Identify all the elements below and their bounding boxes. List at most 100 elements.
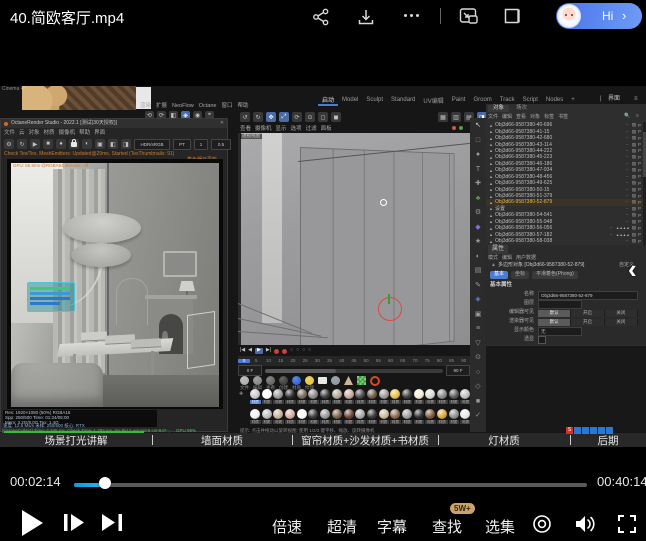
polygon-icon: ▲ xyxy=(489,213,493,218)
polygon-icon: ▲ xyxy=(489,200,493,205)
octane-menu-item: 摄像机 xyxy=(59,130,76,137)
texture-tag-icon: ▨ xyxy=(632,142,636,148)
octane-title: OctaneRender Studio - 2022.1 [测试(30天授权)] xyxy=(11,121,117,127)
avatar-image xyxy=(557,4,581,28)
material-name-label: 材质 xyxy=(390,400,401,404)
layout-tab: Paint xyxy=(448,97,470,103)
segment-option: 默认 xyxy=(538,319,571,326)
material-name-label: 材质 xyxy=(449,400,460,404)
texture-tag-icon: ▨ xyxy=(632,174,636,180)
frame-tick: 0 xyxy=(238,359,250,364)
polygon-icon: ▲ xyxy=(489,219,493,224)
play-button[interactable] xyxy=(20,509,44,537)
quality-button[interactable]: 超清 xyxy=(327,516,357,537)
material-sphere xyxy=(332,389,342,399)
segment-option: 开启 xyxy=(571,319,604,326)
material-thumbnail: 材质 xyxy=(367,389,378,404)
material-name-label: 材质 xyxy=(250,420,261,424)
search-button[interactable]: 查找 xyxy=(432,516,462,537)
speed-button[interactable]: 倍速 xyxy=(272,516,302,537)
menubar-item: 窗口 xyxy=(221,103,232,110)
share-icon[interactable] xyxy=(312,8,330,26)
transport-button: ▶| xyxy=(266,348,271,354)
octane-value-box: HDR/sRGB xyxy=(134,139,170,150)
attribute-tab: 坐标 xyxy=(511,271,529,279)
polygon-icon: ▲ xyxy=(489,181,493,186)
octane-tool-icon: ● xyxy=(56,139,66,149)
video-frame[interactable]: Cinema 4D 202 启动ModelSculptStandardUV编辑P… xyxy=(0,86,646,447)
attributes-menubar: 模式编辑用户数据 xyxy=(488,255,536,262)
material-sphere xyxy=(262,389,272,399)
palette-icon: ◐ xyxy=(476,253,480,260)
palette-icon: ▣ xyxy=(475,311,482,318)
material-name-label: 材质 xyxy=(379,400,390,404)
phong-tag-icon: P xyxy=(638,194,641,199)
object-manager: 对象场次 文件编辑查看对象标签书签 🔍 ≡ ▲Obj3d66-9587380-4… xyxy=(486,104,646,245)
palette-icon: ● xyxy=(476,151,480,158)
user-avatar-pill[interactable]: Hi › xyxy=(556,3,642,29)
material-name-label: 材质 xyxy=(344,420,355,424)
range-end-field: 90 F xyxy=(446,365,470,376)
render-wall-arch xyxy=(116,278,148,325)
phong-tag-icon: P xyxy=(638,226,641,231)
palette-icon: ✚ xyxy=(475,180,481,187)
progress-track[interactable] xyxy=(74,483,587,487)
frame-tick: 90 xyxy=(458,359,470,364)
frame-tick: 80 xyxy=(433,359,445,364)
key-circle-icon: ○ xyxy=(296,348,299,354)
render-lamp-shade xyxy=(179,281,195,291)
download-icon[interactable] xyxy=(357,8,375,26)
panel-collapse-chevron-icon[interactable]: ‹ xyxy=(628,254,637,285)
object-manager-tabs: 对象场次 xyxy=(488,104,532,113)
next-episode-button[interactable] xyxy=(102,514,122,531)
palette-icon: ■ xyxy=(476,398,480,405)
object-name: Obj3d66-9587380-48-456 xyxy=(495,174,625,180)
record-circle-icon[interactable] xyxy=(532,514,552,534)
material-name-label: 材质 xyxy=(437,420,448,424)
material-name-label: 材质 xyxy=(344,400,355,404)
avatar-eye-left xyxy=(565,14,567,16)
polygon-icon: ▲ xyxy=(489,187,493,192)
site-watermark: S xyxy=(566,427,613,434)
more-icon[interactable] xyxy=(404,14,419,17)
viewport-light-band xyxy=(262,133,282,323)
material-name-label: 材质 xyxy=(262,400,273,404)
octane-toolbar: ⚙↻▶■●◐▣◧◨HDR/sRGBPT10.5 xyxy=(4,138,231,150)
material-thumbnail: 材质 xyxy=(285,389,296,404)
phong-tag-icon: P xyxy=(638,174,641,179)
previous-episode-button[interactable] xyxy=(64,514,84,531)
chapter-segment: 窗帘材质+沙发材质+书材质 xyxy=(294,433,436,447)
material-row-1: 材质材质材质材质材质材质材质材质材质材质材质材质材质材质材质材质材质材质材质 xyxy=(250,389,471,404)
octane-tool-icon: ↻ xyxy=(17,139,27,149)
object-name: Obj3d66-9587380-46-186 xyxy=(495,161,625,167)
object-row: ▲Obj3d66-9587380-44-222··▨P xyxy=(486,148,643,154)
palette-icon: ◈ xyxy=(475,296,480,303)
material-sphere xyxy=(355,409,365,419)
render-mirror xyxy=(163,251,197,277)
visibility-dots: ·· xyxy=(625,187,628,193)
frame-tick: 5 xyxy=(250,359,262,364)
header-bar: 40.简欧客厅.mp4 xyxy=(0,0,646,30)
attribute-row: 编辑器可见默认开启关闭 xyxy=(486,309,644,317)
material-name-label: 材质 xyxy=(320,400,331,404)
progress-knob[interactable] xyxy=(99,477,111,489)
miniplayer-icon[interactable] xyxy=(503,8,521,24)
octane-menu-item: 材质 xyxy=(44,130,55,137)
material-name-label: 材质 xyxy=(402,420,413,424)
cone-icon xyxy=(344,376,353,385)
octane-value-box: PT xyxy=(173,139,191,150)
pip-icon[interactable] xyxy=(459,7,479,25)
object-name: Obj3d66-9587380-50-15 xyxy=(495,187,625,193)
object-name: Obj3d66-9587380-57-182 xyxy=(495,232,610,238)
phong-tag-icon: P xyxy=(638,136,641,141)
subtitle-button[interactable]: 字幕 xyxy=(377,516,407,537)
palette-icon: ◆ xyxy=(475,224,480,231)
volume-icon[interactable] xyxy=(575,514,597,534)
material-name-label: 材质 xyxy=(425,400,436,404)
episodes-button[interactable]: 选集 xyxy=(485,516,515,537)
octane-logo-icon xyxy=(4,122,8,126)
attribute-row: 名称Obj3d66-9587380-52-879 xyxy=(486,291,644,299)
material-thumbnail: 材质 xyxy=(449,409,460,424)
fullscreen-icon[interactable] xyxy=(618,515,636,533)
glass-icon xyxy=(331,376,340,385)
